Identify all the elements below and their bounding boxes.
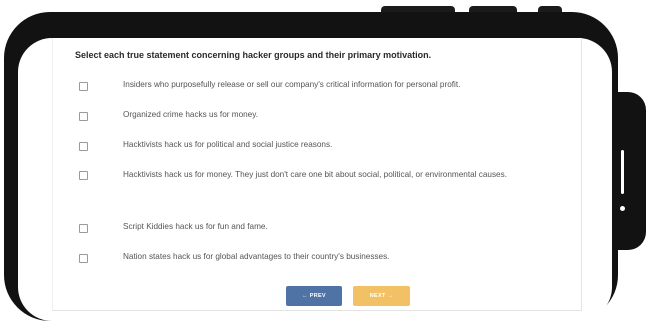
device-side-indicator [621,150,624,194]
option-label: Nation states hack us for global advanta… [123,252,390,261]
device-side-dot [620,206,625,211]
checkbox[interactable] [79,112,88,121]
checkbox[interactable] [79,82,88,91]
option-label: Insiders who purposefully release or sel… [123,80,461,89]
checkbox[interactable] [79,254,88,263]
option-label: Organized crime hacks us for money. [123,110,258,119]
prev-button[interactable]: ← PREV [286,286,342,306]
option-label: Hacktivists hack us for political and so… [123,140,333,149]
phone-screen: Select each true statement concerning ha… [18,38,612,321]
checkbox[interactable] [79,171,88,180]
option-label: Script Kiddies hack us for fun and fame. [123,222,268,231]
page: Select each true statement concerning ha… [0,0,646,327]
option-label: Hacktivists hack us for money. They just… [123,170,507,179]
quiz-card: Select each true statement concerning ha… [52,38,582,311]
question-prompt: Select each true statement concerning ha… [75,50,432,60]
phone-frame: Select each true statement concerning ha… [4,12,618,321]
checkbox[interactable] [79,142,88,151]
checkbox[interactable] [79,224,88,233]
next-button[interactable]: NEXT → [353,286,410,306]
